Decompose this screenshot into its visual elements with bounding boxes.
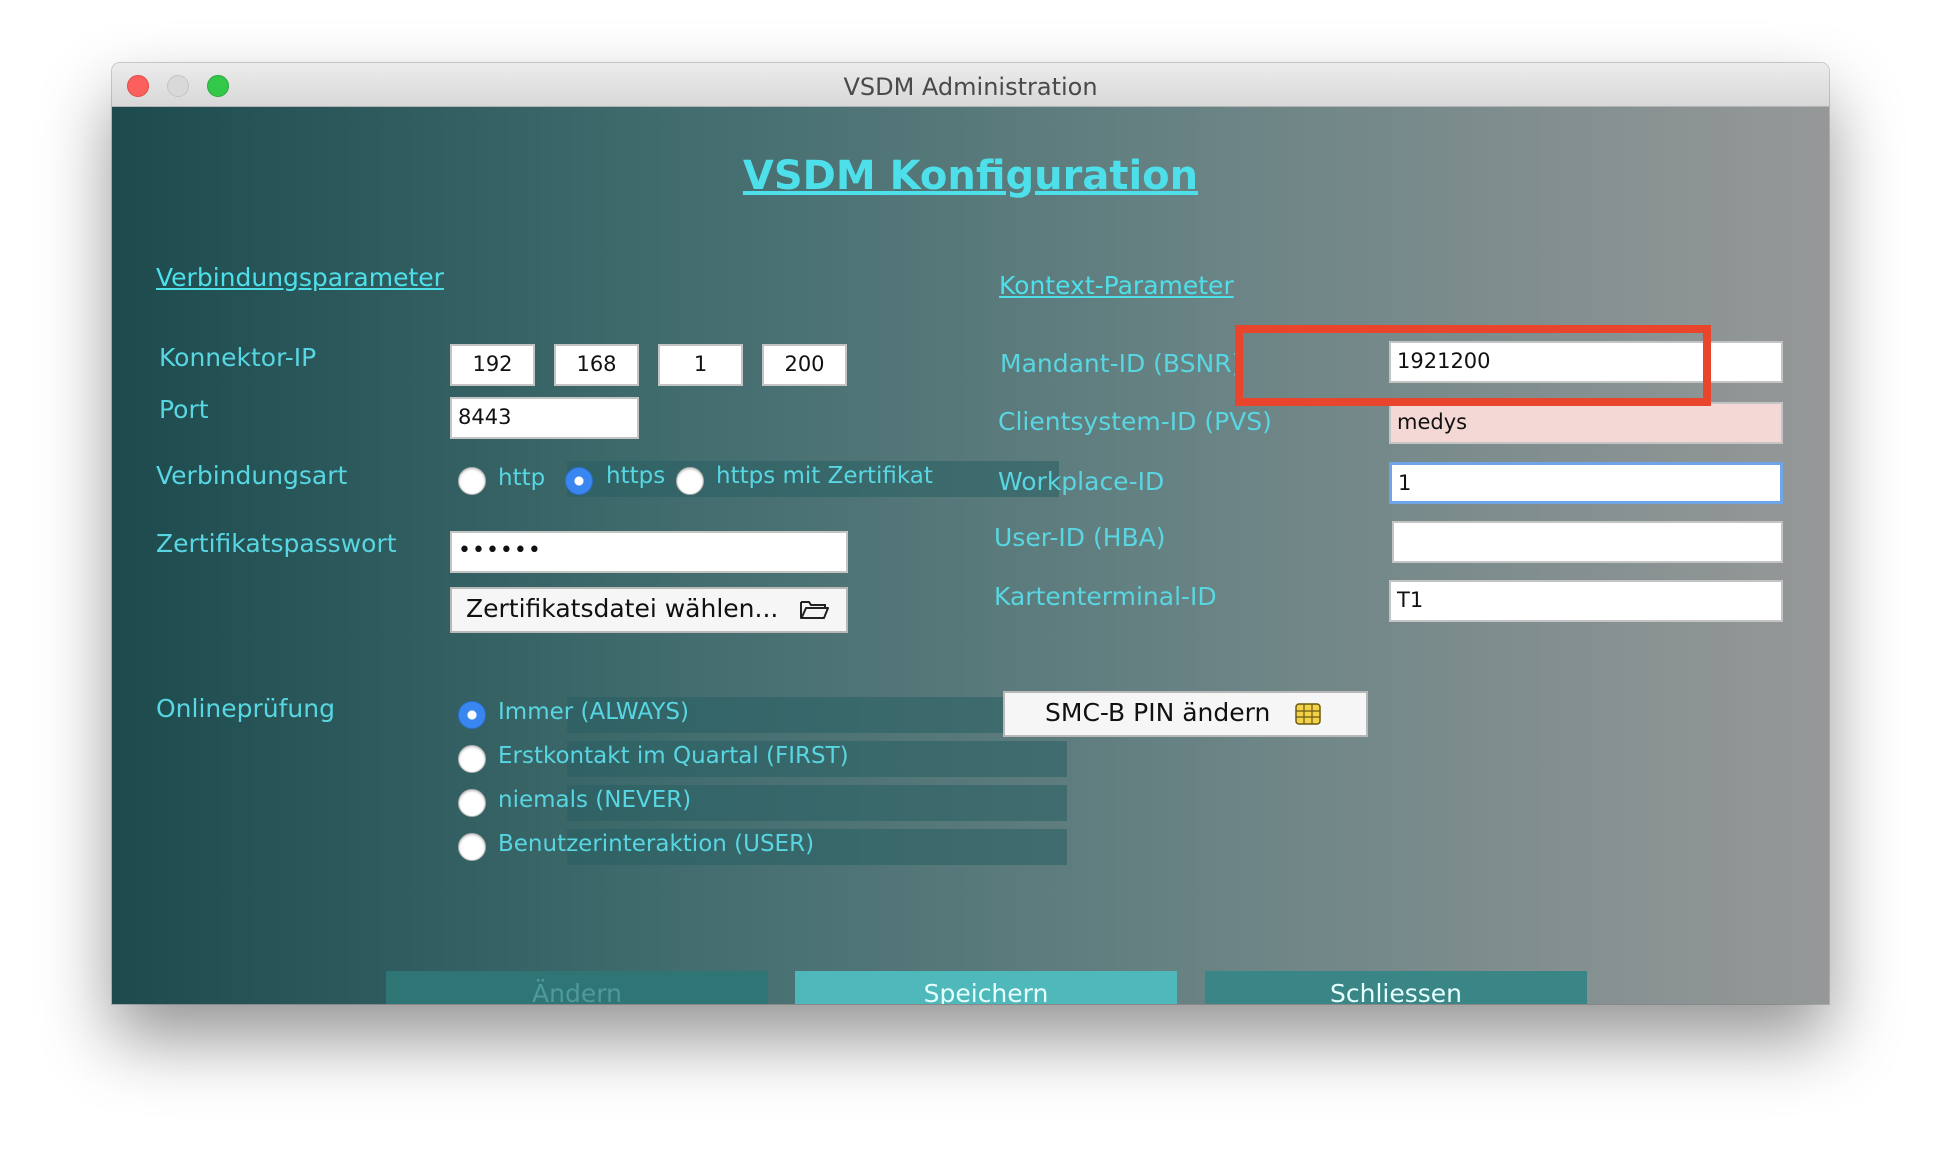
cert-password-input[interactable]: •••••• bbox=[450, 531, 848, 573]
online-first-label[interactable]: Erstkontakt im Quartal (FIRST) bbox=[498, 743, 849, 769]
save-button[interactable]: Speichern bbox=[795, 971, 1177, 1004]
connector-ip-octet-4[interactable]: 200 bbox=[762, 344, 847, 386]
online-always-radio[interactable] bbox=[458, 701, 486, 729]
connection-section-title: Verbindungsparameter bbox=[156, 263, 444, 292]
window-title: VSDM Administration bbox=[843, 73, 1098, 101]
clientsystem-id-input[interactable]: medys bbox=[1389, 402, 1783, 444]
connection-mode-label: Verbindungsart bbox=[156, 461, 348, 490]
mode-https-radio[interactable] bbox=[565, 467, 593, 495]
mode-https-label[interactable]: https bbox=[606, 463, 665, 489]
online-first-radio[interactable] bbox=[458, 745, 486, 773]
mode-http-radio[interactable] bbox=[458, 467, 486, 495]
mode-https-cert-label[interactable]: https mit Zertifikat bbox=[716, 463, 933, 489]
online-never-radio[interactable] bbox=[458, 789, 486, 817]
change-button[interactable]: Ändern bbox=[386, 971, 768, 1004]
mandant-id-input[interactable]: 1921200 bbox=[1389, 341, 1783, 383]
user-id-label: User-ID (HBA) bbox=[994, 523, 1166, 552]
workplace-id-label: Workplace-ID bbox=[998, 467, 1165, 496]
close-button[interactable]: Schliessen bbox=[1205, 971, 1587, 1004]
mandant-id-label: Mandant-ID (BSNR) bbox=[1000, 349, 1242, 378]
page-title: VSDM Konfiguration bbox=[742, 153, 1199, 199]
online-user-radio[interactable] bbox=[458, 833, 486, 861]
context-section-title: Kontext-Parameter bbox=[999, 271, 1234, 300]
clientsystem-id-label: Clientsystem-ID (PVS) bbox=[998, 407, 1272, 436]
workplace-id-input[interactable]: 1 bbox=[1389, 462, 1783, 504]
smcb-pin-change-button[interactable]: SMC-B PIN ändern bbox=[1003, 691, 1368, 737]
online-never-label[interactable]: niemals (NEVER) bbox=[498, 787, 691, 813]
choose-cert-file-button[interactable]: Zertifikatsdatei wählen... bbox=[450, 587, 848, 633]
mode-https-cert-radio[interactable] bbox=[676, 467, 704, 495]
smcb-pin-change-label: SMC-B PIN ändern bbox=[1045, 698, 1271, 727]
folder-open-icon bbox=[800, 601, 829, 619]
cert-password-label: Zertifikatspasswort bbox=[156, 529, 397, 558]
port-label: Port bbox=[159, 395, 209, 424]
title-bar: VSDM Administration bbox=[112, 63, 1829, 107]
config-panel: VSDM Konfiguration Verbindungsparameter … bbox=[112, 107, 1829, 1004]
connector-ip-label: Konnektor-IP bbox=[159, 343, 317, 372]
chip-card-icon bbox=[1295, 703, 1321, 725]
online-user-label[interactable]: Benutzerinteraktion (USER) bbox=[498, 831, 814, 857]
port-input[interactable]: 8443 bbox=[450, 397, 639, 439]
online-always-label[interactable]: Immer (ALWAYS) bbox=[498, 699, 689, 725]
connector-ip-octet-2[interactable]: 168 bbox=[554, 344, 639, 386]
card-terminal-id-input[interactable]: T1 bbox=[1389, 580, 1783, 622]
mode-http-label[interactable]: http bbox=[498, 465, 545, 491]
online-check-label: Onlineprüfung bbox=[156, 694, 335, 723]
card-terminal-id-label: Kartenterminal-ID bbox=[994, 582, 1217, 611]
user-id-input[interactable] bbox=[1392, 521, 1783, 563]
app-window: VSDM Administration VSDM Konfiguration V… bbox=[112, 63, 1829, 1004]
connector-ip-octet-1[interactable]: 192 bbox=[450, 344, 535, 386]
choose-cert-file-label: Zertifikatsdatei wählen... bbox=[466, 594, 779, 623]
connector-ip-octet-3[interactable]: 1 bbox=[658, 344, 743, 386]
